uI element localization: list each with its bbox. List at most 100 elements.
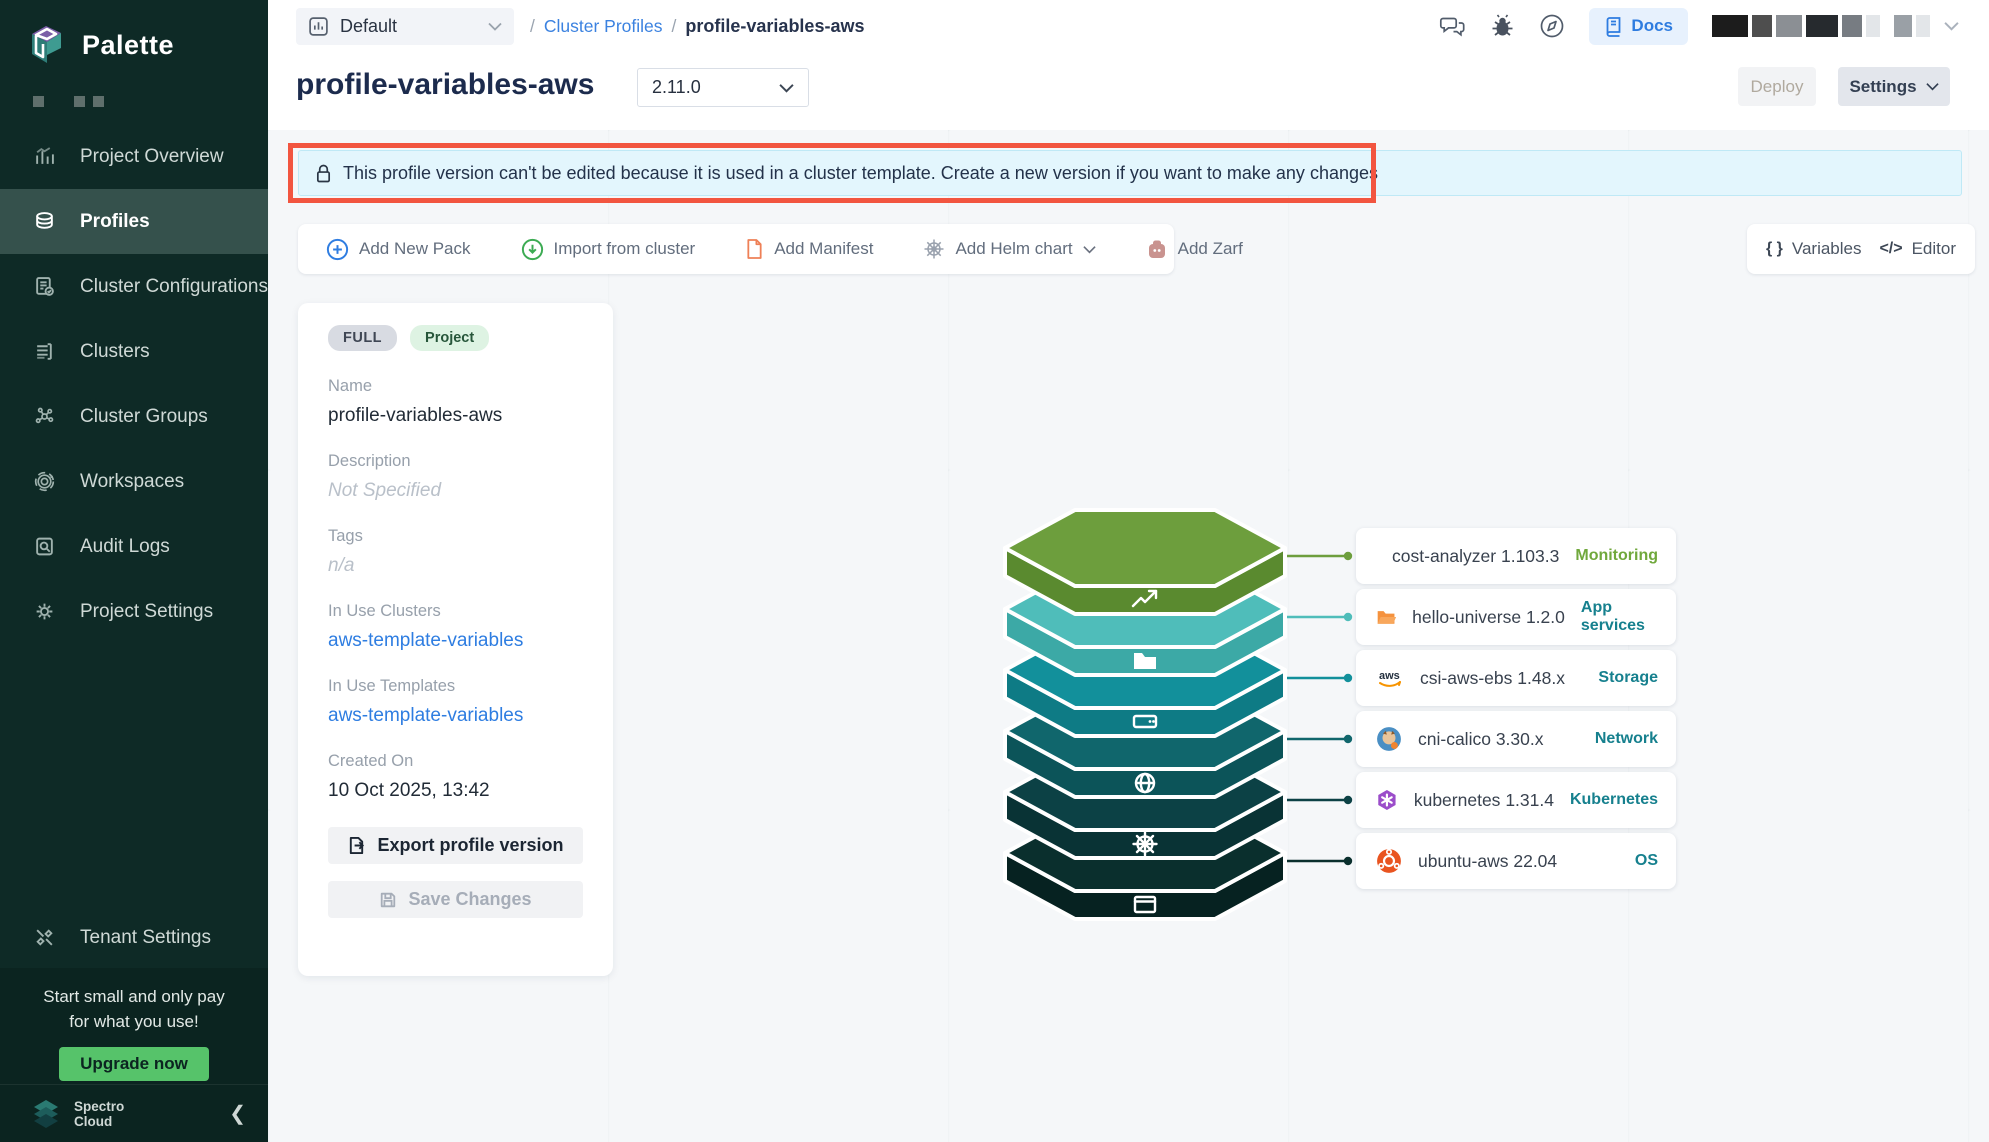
page-header: profile-variables-aws 2.11.0 Deploy Sett… <box>268 52 1989 130</box>
upgrade-now-button[interactable]: Upgrade now <box>59 1047 209 1081</box>
chevron-down-icon <box>1083 245 1096 254</box>
banner-text: This profile version can't be edited bec… <box>343 163 1378 184</box>
profile-details-card: FULL Project Name profile-variables-aws … <box>298 303 613 976</box>
audit-icon <box>34 536 55 557</box>
braces-icon: { } <box>1766 240 1783 258</box>
project-selector[interactable]: Default <box>296 8 514 45</box>
profile-description-value: Not Specified <box>328 480 583 502</box>
docs-button[interactable]: Docs <box>1589 8 1688 45</box>
pack-layer-type: OS <box>1635 852 1658 870</box>
pack-layer-type: Network <box>1595 730 1658 748</box>
tools-icon <box>34 927 55 948</box>
palette-logo: Palette <box>26 22 174 68</box>
add-new-pack-button[interactable]: Add New Pack <box>326 238 471 261</box>
breadcrumb-cluster-profiles[interactable]: Cluster Profiles <box>544 16 663 37</box>
breadcrumb: / Cluster Profiles / profile-variables-a… <box>530 0 864 52</box>
badge-full: FULL <box>328 325 397 351</box>
code-icon: </> <box>1879 240 1902 258</box>
pack-row-hello-universe[interactable]: hello-universe 1.2.0 App services <box>1356 589 1676 645</box>
breadcrumb-current: profile-variables-aws <box>685 16 864 37</box>
pack-row-ubuntu-aws[interactable]: ubuntu-aws 22.04 OS <box>1356 833 1676 889</box>
save-changes-button[interactable]: Save Changes <box>328 881 583 918</box>
import-icon <box>521 238 544 261</box>
pack-toolbar: Add New Pack Import from cluster Add Man… <box>298 224 1174 274</box>
ubuntu-icon <box>1376 848 1402 874</box>
palette-logo-icon <box>26 22 68 68</box>
sidebar-item-cluster-configurations[interactable]: Cluster Configurations <box>0 254 268 319</box>
sidebar-item-project-overview[interactable]: Project Overview <box>0 124 268 189</box>
sidebar-item-audit-logs[interactable]: Audit Logs <box>0 514 268 579</box>
version-select[interactable]: 2.11.0 <box>637 68 809 107</box>
sidebar-nav: Project Overview Profiles Cluster Config… <box>0 124 268 644</box>
collapse-sidebar-icon[interactable]: ❮ <box>229 1101 246 1126</box>
compass-icon[interactable] <box>1539 13 1565 39</box>
sidebar-item-workspaces[interactable]: Workspaces <box>0 449 268 514</box>
lock-icon <box>315 163 332 184</box>
doc-check-icon <box>34 276 55 297</box>
readonly-banner: This profile version can't be edited bec… <box>298 150 1962 196</box>
import-from-cluster-button[interactable]: Import from cluster <box>521 238 696 261</box>
badge-project: Project <box>410 325 489 351</box>
add-manifest-button[interactable]: Add Manifest <box>745 238 873 260</box>
profile-name-value: profile-variables-aws <box>328 405 583 427</box>
aws-icon: aws <box>1376 665 1404 691</box>
project-selector-value: Default <box>340 16 477 37</box>
add-zarf-button[interactable]: Add Zarf <box>1146 239 1243 260</box>
main-content: This profile version can't be edited bec… <box>268 130 1989 1142</box>
topbar: Default / Cluster Profiles / profile-var… <box>268 0 1989 52</box>
plus-circle-icon <box>326 238 349 261</box>
add-helm-chart-button[interactable]: Add Helm chart <box>923 238 1095 260</box>
pack-row-cost-analyzer[interactable]: cost-analyzer 1.103.3 Monitoring <box>1356 528 1676 584</box>
chevron-down-icon <box>1944 21 1959 31</box>
pack-layer-type: Storage <box>1598 669 1658 687</box>
product-name: Palette <box>82 30 174 61</box>
version-value: 2.11.0 <box>652 77 779 98</box>
spectro-cloud-brand: Spectro Cloud <box>74 1099 217 1129</box>
chevron-down-icon <box>488 22 502 31</box>
redacted-username <box>1712 15 1748 37</box>
pack-name: csi-aws-ebs 1.48.x <box>1420 668 1582 689</box>
zarf-icon <box>1146 239 1168 260</box>
docs-book-icon <box>1604 16 1623 37</box>
upgrade-promo: Start small and only pay for what you us… <box>0 968 268 1084</box>
stack-layer-monitoring[interactable] <box>1005 510 1285 614</box>
spectro-cloud-logo-icon <box>30 1098 62 1130</box>
deploy-button[interactable]: Deploy <box>1738 67 1816 106</box>
sidebar-item-profiles[interactable]: Profiles <box>0 189 268 254</box>
created-on-value: 10 Oct 2025, 13:42 <box>328 780 583 802</box>
manifest-file-icon <box>745 238 764 260</box>
sidebar-item-project-settings[interactable]: Project Settings <box>0 579 268 644</box>
bar-chart-icon <box>34 146 55 167</box>
sidebar-item-clusters[interactable]: Clusters <box>0 319 268 384</box>
variables-button[interactable]: { } Variables <box>1766 239 1862 259</box>
chevron-down-icon <box>1926 82 1939 91</box>
bug-report-icon[interactable] <box>1490 14 1515 38</box>
pack-row-cni-calico[interactable]: cni-calico 3.30.x Network <box>1356 711 1676 767</box>
profile-stack <box>995 492 1360 932</box>
sidebar-item-tenant-settings[interactable]: Tenant Settings <box>0 905 268 970</box>
kubernetes-icon <box>1376 787 1398 813</box>
helm-wheel-icon <box>1134 833 1157 856</box>
pack-name: cost-analyzer 1.103.3 <box>1392 546 1559 567</box>
pack-layer-type: App services <box>1581 599 1658 635</box>
pack-row-csi-aws-ebs[interactable]: aws csi-aws-ebs 1.48.x Storage <box>1356 650 1676 706</box>
user-menu[interactable] <box>1712 15 1959 37</box>
export-icon <box>347 836 366 855</box>
helm-icon <box>923 238 945 260</box>
orbit-icon <box>34 471 55 492</box>
chat-icon[interactable] <box>1439 15 1466 38</box>
in-use-template-link[interactable]: aws-template-variables <box>328 705 583 727</box>
sidebar-footer: Spectro Cloud ❮ <box>0 1084 268 1142</box>
settings-button[interactable]: Settings <box>1838 67 1950 106</box>
page-title: profile-variables-aws <box>296 68 594 102</box>
export-profile-version-button[interactable]: Export profile version <box>328 827 583 864</box>
sidebar-item-cluster-groups[interactable]: Cluster Groups <box>0 384 268 449</box>
pack-row-kubernetes[interactable]: kubernetes 1.31.4 Kubernetes <box>1356 772 1676 828</box>
chevron-down-icon <box>779 83 794 93</box>
in-use-cluster-link[interactable]: aws-template-variables <box>328 630 583 652</box>
save-icon <box>379 891 397 909</box>
editor-button[interactable]: </> Editor <box>1879 239 1956 259</box>
server-icon <box>34 341 55 362</box>
pack-name: hello-universe 1.2.0 <box>1412 607 1565 628</box>
svg-text:aws: aws <box>1379 670 1400 682</box>
